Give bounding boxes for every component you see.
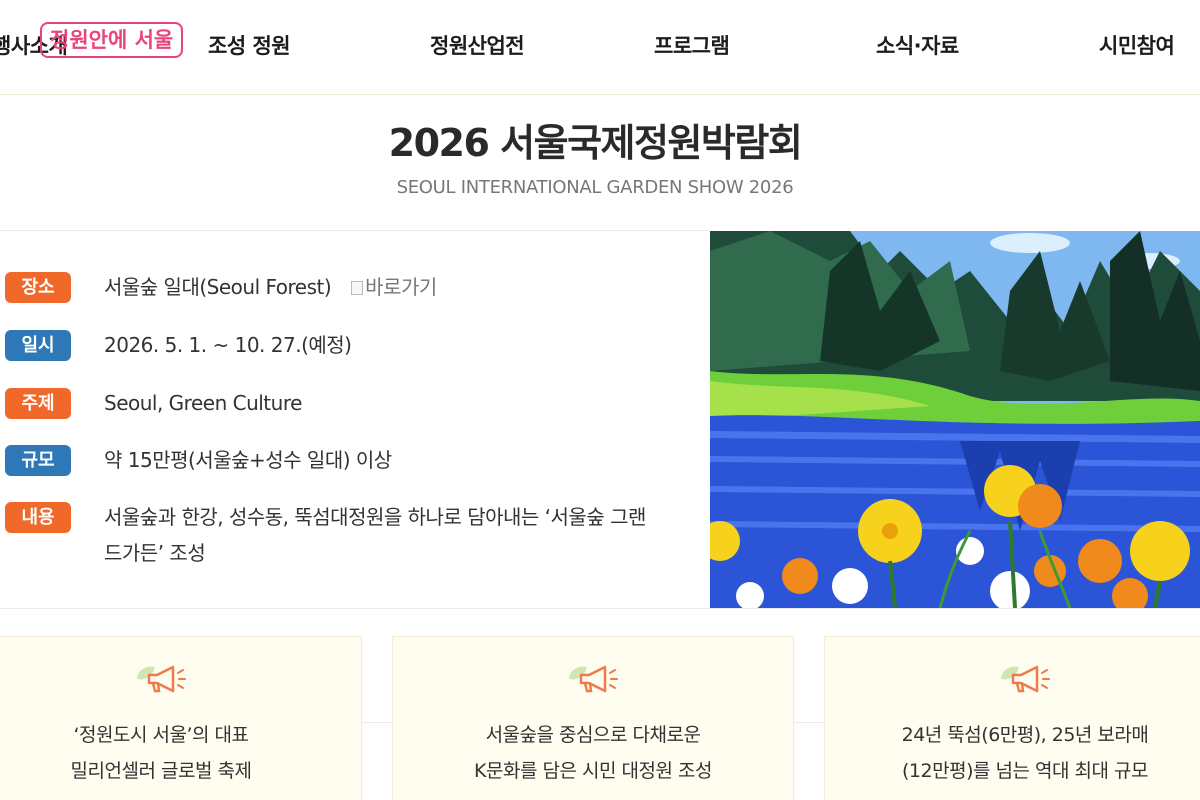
info-row-scale: 규모 약 15만평(서울숲+성수 일대) 이상 [5, 445, 392, 478]
shortcut-link[interactable]: 바로가기 [351, 275, 437, 299]
info-tag: 주제 [5, 388, 71, 419]
card-line: K문화를 담은 시민 대정원 조성 [474, 760, 712, 782]
garden-illustration [710, 231, 1200, 608]
feature-card: 서울숲을 중심으로 다채로운 K문화를 담은 시민 대정원 조성 [392, 636, 794, 800]
page-header: 2026 서울국제정원박람회 SEOUL INTERNATIONAL GARDE… [0, 112, 1190, 198]
card-line: ‘정원도시 서울’의 대표 [73, 724, 249, 746]
nav-item-news[interactable]: 소식·자료 [876, 30, 959, 60]
divider [0, 608, 1200, 609]
card-text: ‘정원도시 서울’의 대표 밀리언셀러 글로벌 축제 [0, 717, 361, 789]
card-line: 서울숲을 중심으로 다채로운 [485, 724, 701, 746]
info-tag: 장소 [5, 272, 71, 303]
card-text: 서울숲을 중심으로 다채로운 K문화를 담은 시민 대정원 조성 [393, 717, 793, 789]
megaphone-icon [137, 665, 186, 693]
megaphone-icon [569, 665, 618, 693]
feature-card: ‘정원도시 서울’의 대표 밀리언셀러 글로벌 축제 [0, 636, 362, 800]
info-row-content: 내용 서울숲과 한강, 성수동, 뚝섬대정원을 하나로 담아내는 ‘서울숲 그랜… [5, 502, 654, 571]
card-line: (12만평)를 넘는 역대 최대 규모 [902, 760, 1148, 782]
seoul-badge[interactable]: 정원안에 서울 [40, 22, 184, 58]
info-value: 약 15만평(서울숲+성수 일대) 이상 [104, 448, 392, 472]
nav-item-industry[interactable]: 정원산업전 [430, 30, 525, 60]
page-title: 2026 서울국제정원박람회 [388, 121, 803, 165]
nav-item-citizen[interactable]: 시민참여 [1099, 30, 1175, 60]
main-nav: 행사소개 정원안에 서울 조성 정원 정원산업전 프로그램 소식·자료 시민참여 [0, 0, 1200, 95]
nav-item-gardens[interactable]: 조성 정원 [208, 30, 291, 60]
info-row-theme: 주제 Seoul, Green Culture [5, 388, 302, 421]
info-row-date: 일시 2026. 5. 1. ~ 10. 27.(예정) [5, 330, 352, 363]
info-value: 2026. 5. 1. ~ 10. 27.(예정) [104, 333, 352, 357]
nav-item-program[interactable]: 프로그램 [654, 30, 730, 60]
shortcut-label: 바로가기 [365, 275, 437, 299]
divider [0, 230, 710, 231]
page-subtitle: SEOUL INTERNATIONAL GARDEN SHOW 2026 [396, 177, 794, 198]
place-text: 서울숲 일대(Seoul Forest) [104, 275, 332, 299]
card-line: 밀리언셀러 글로벌 축제 [70, 760, 252, 782]
info-tag: 일시 [5, 330, 71, 361]
broken-image-icon [351, 281, 364, 295]
info-value: 서울숲과 한강, 성수동, 뚝섬대정원을 하나로 담아내는 ‘서울숲 그랜드가든… [104, 505, 646, 565]
info-value: Seoul, Green Culture [104, 391, 302, 415]
info-tag: 규모 [5, 445, 71, 476]
card-line: 24년 뚝섬(6만평), 25년 보라매 [901, 724, 1149, 746]
card-text: 24년 뚝섬(6만평), 25년 보라매 (12만평)를 넘는 역대 최대 규모 [825, 717, 1200, 789]
info-row-place: 장소 서울숲 일대(Seoul Forest) 바로가기 [5, 272, 437, 305]
megaphone-icon [1001, 665, 1050, 693]
info-value: 서울숲 일대(Seoul Forest) 바로가기 [104, 269, 437, 305]
info-tag: 내용 [5, 502, 71, 533]
feature-card: 24년 뚝섬(6만평), 25년 보라매 (12만평)를 넘는 역대 최대 규모 [824, 636, 1200, 800]
